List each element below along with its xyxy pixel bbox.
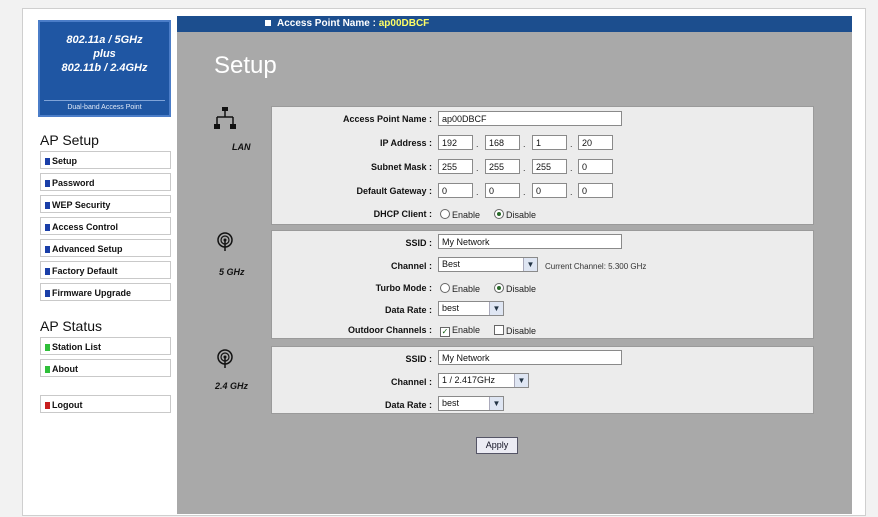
ghz24-ssid-label: SSID : xyxy=(405,354,432,364)
subnet-mask-label: Subnet Mask : xyxy=(370,162,432,172)
ap-name-value: ap00DBCF xyxy=(378,18,430,29)
ip-octet-2[interactable]: 168 xyxy=(485,135,520,150)
antenna-icon xyxy=(217,349,233,368)
ap-name-label: Access Point Name : xyxy=(277,18,376,29)
square-bullet-icon xyxy=(45,202,50,209)
brand-line2: plus xyxy=(93,48,116,60)
default-gateway-label: Default Gateway : xyxy=(356,186,432,196)
octet-separator: . xyxy=(570,187,573,197)
chevron-down-icon: ▼ xyxy=(489,397,503,410)
network-icon xyxy=(214,107,236,129)
ghz5-channel-select[interactable]: Best ▼ xyxy=(438,257,538,272)
radio-on-icon xyxy=(494,283,504,293)
ap-name-field-label: Access Point Name : xyxy=(342,114,432,124)
dhcp-enable-radio[interactable]: Enable xyxy=(440,209,480,220)
square-bullet-icon xyxy=(45,366,50,373)
octet-separator: . xyxy=(570,139,573,149)
outdoor-disable-checkbox[interactable]: Disable xyxy=(494,325,536,336)
ap-name-bar: Access Point Name : ap00DBCF xyxy=(177,16,852,32)
apply-button[interactable]: Apply xyxy=(476,437,518,454)
radio-off-icon xyxy=(440,209,450,219)
menu-logout[interactable]: Logout xyxy=(40,395,171,413)
chevron-down-icon: ▼ xyxy=(514,374,528,387)
turbo-mode-label: Turbo Mode : xyxy=(375,283,432,293)
radio-on-icon xyxy=(494,209,504,219)
mask-octet-1[interactable]: 255 xyxy=(438,159,473,174)
mask-octet-3[interactable]: 255 xyxy=(532,159,567,174)
square-bullet-icon xyxy=(45,224,50,231)
gateway-octet-3[interactable]: 0 xyxy=(532,183,567,198)
ghz5-ssid-input[interactable]: My Network xyxy=(438,234,622,249)
ap-setup-title: AP Setup xyxy=(40,132,99,148)
ap-name-input[interactable]: ap00DBCF xyxy=(438,111,622,126)
ip-octet-3[interactable]: 1 xyxy=(532,135,567,150)
brand-tagline: Dual-band Access Point xyxy=(44,100,165,111)
gateway-octet-1[interactable]: 0 xyxy=(438,183,473,198)
ghz24-data-rate-select[interactable]: best ▼ xyxy=(438,396,504,411)
menu-access-control[interactable]: Access Control xyxy=(40,217,171,235)
octet-separator: . xyxy=(476,163,479,173)
ghz24-data-rate-label: Data Rate : xyxy=(384,400,432,410)
brand-line3: 802.11b / 2.4GHz xyxy=(61,62,148,74)
menu-password[interactable]: Password xyxy=(40,173,171,191)
octet-separator: . xyxy=(523,187,526,197)
checkbox-empty-icon xyxy=(494,325,504,335)
ghz5-ssid-label: SSID : xyxy=(405,238,432,248)
menu-advanced-setup[interactable]: Advanced Setup xyxy=(40,239,171,257)
chevron-down-icon: ▼ xyxy=(489,302,503,315)
dhcp-client-label: DHCP Client : xyxy=(373,209,432,219)
ghz5-data-rate-select[interactable]: best ▼ xyxy=(438,301,504,316)
ghz24-label: 2.4 GHz xyxy=(215,381,249,391)
lan-label: LAN xyxy=(232,142,251,152)
octet-separator: . xyxy=(476,139,479,149)
octet-separator: . xyxy=(570,163,573,173)
mask-octet-2[interactable]: 255 xyxy=(485,159,520,174)
gateway-octet-2[interactable]: 0 xyxy=(485,183,520,198)
checkbox-checked-icon: ✓ xyxy=(440,327,450,337)
menu-firmware-upgrade[interactable]: Firmware Upgrade xyxy=(40,283,171,301)
radio-off-icon xyxy=(440,283,450,293)
menu-wep-security[interactable]: WEP Security xyxy=(40,195,171,213)
ghz24-channel-select[interactable]: 1 / 2.417GHz ▼ xyxy=(438,373,529,388)
bullet-icon xyxy=(265,19,271,26)
octet-separator: . xyxy=(523,139,526,149)
square-bullet-icon xyxy=(45,344,50,351)
turbo-disable-radio[interactable]: Disable xyxy=(494,283,536,294)
ghz5-data-rate-label: Data Rate : xyxy=(384,305,432,315)
chevron-down-icon: ▼ xyxy=(523,258,537,271)
antenna-icon xyxy=(217,232,233,251)
mask-octet-4[interactable]: 0 xyxy=(578,159,613,174)
outdoor-channels-label: Outdoor Channels : xyxy=(348,325,432,335)
menu-station-list[interactable]: Station List xyxy=(40,337,171,355)
ap-status-title: AP Status xyxy=(40,318,103,334)
square-bullet-icon xyxy=(45,246,50,253)
dhcp-disable-radio[interactable]: Disable xyxy=(494,209,536,220)
ghz5-channel-label: Channel : xyxy=(390,261,432,271)
square-bullet-icon xyxy=(45,268,50,275)
menu-about[interactable]: About xyxy=(40,359,171,377)
current-channel-text: Current Channel: 5.300 GHz xyxy=(545,262,647,271)
outdoor-enable-checkbox[interactable]: ✓ Enable xyxy=(440,325,480,337)
product-logo: 802.11a / 5GHz plus 802.11b / 2.4GHz Dua… xyxy=(38,20,171,117)
octet-separator: . xyxy=(523,163,526,173)
square-bullet-icon xyxy=(45,402,50,409)
gateway-octet-4[interactable]: 0 xyxy=(578,183,613,198)
octet-separator: . xyxy=(476,187,479,197)
square-bullet-icon xyxy=(45,290,50,297)
turbo-enable-radio[interactable]: Enable xyxy=(440,283,480,294)
menu-setup[interactable]: Setup xyxy=(40,151,171,169)
menu-factory-default[interactable]: Factory Default xyxy=(40,261,171,279)
ip-octet-1[interactable]: 192 xyxy=(438,135,473,150)
ip-address-label: IP Address : xyxy=(379,138,432,148)
ghz24-ssid-input[interactable]: My Network xyxy=(438,350,622,365)
page-title: Setup xyxy=(214,52,277,79)
ip-octet-4[interactable]: 20 xyxy=(578,135,613,150)
square-bullet-icon xyxy=(45,158,50,165)
brand-line1: 802.11a / 5GHz xyxy=(66,34,143,46)
square-bullet-icon xyxy=(45,180,50,187)
ghz24-channel-label: Channel : xyxy=(390,377,432,387)
ghz5-label: 5 GHz xyxy=(219,267,245,277)
